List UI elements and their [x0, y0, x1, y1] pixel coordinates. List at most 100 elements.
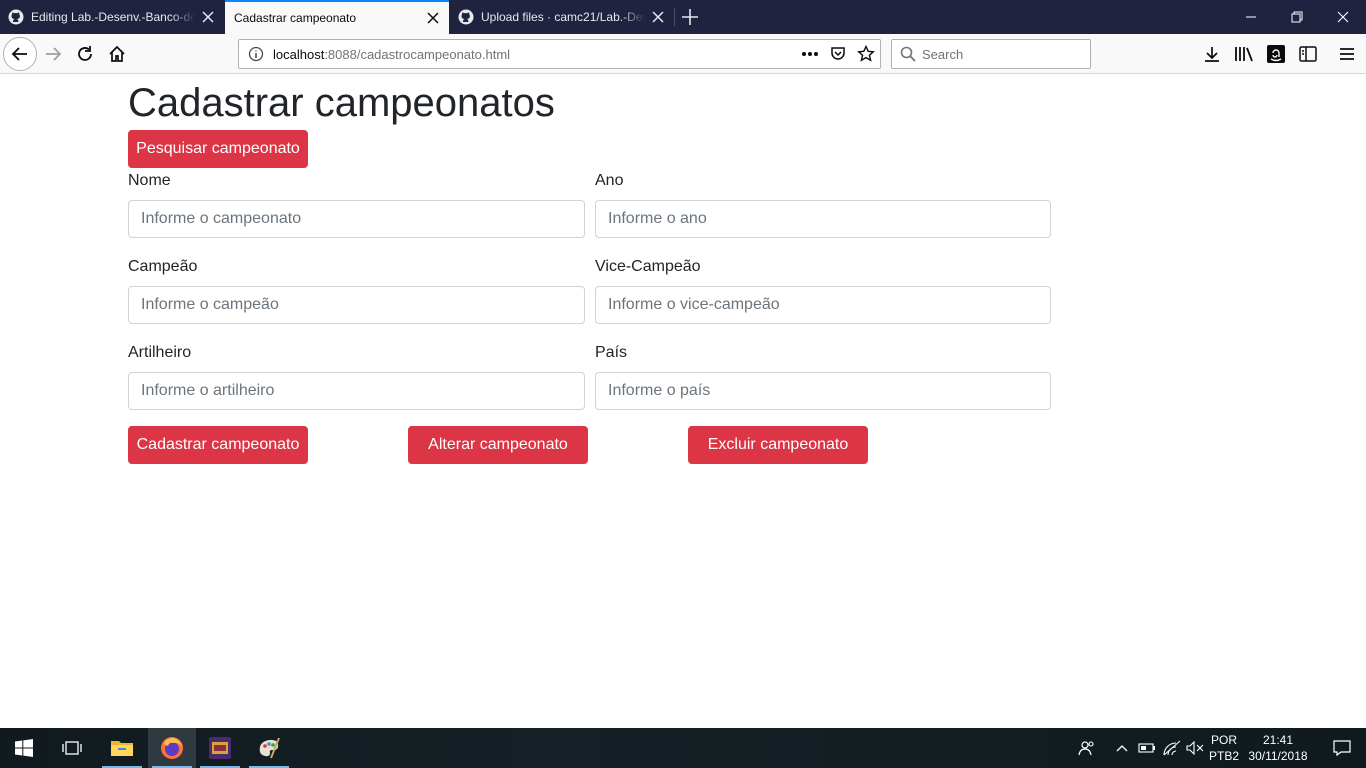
volume-muted-icon	[1186, 741, 1204, 755]
close-window-button[interactable]	[1320, 0, 1366, 34]
url-host: localhost	[273, 46, 325, 62]
start-button[interactable]	[0, 728, 48, 768]
tab-title: Editing Lab.-Desenv.-Banco-de-Dados	[31, 10, 195, 24]
new-tab-icon[interactable]	[678, 5, 702, 29]
search-bar[interactable]	[891, 39, 1091, 69]
network-button[interactable]	[1160, 728, 1184, 768]
ano-label: Ano	[595, 172, 624, 189]
github-icon	[8, 9, 24, 25]
library-button[interactable]	[1229, 39, 1259, 69]
excluir-campeonato-button[interactable]: Excluir campeonato	[688, 426, 868, 464]
campeao-label: Campeão	[128, 258, 198, 275]
artilheiro-input[interactable]	[128, 372, 585, 410]
game-app-icon	[209, 737, 231, 759]
firefox-icon	[161, 737, 183, 759]
close-icon[interactable]	[651, 10, 665, 24]
task-view-button[interactable]	[48, 728, 96, 768]
restore-button[interactable]	[1274, 0, 1320, 34]
more-dots-icon	[802, 52, 818, 56]
star-icon	[857, 45, 875, 62]
minimize-icon	[1246, 16, 1256, 18]
file-explorer-button[interactable]	[98, 728, 146, 768]
search-icon	[900, 46, 916, 62]
tab-title: Upload files · camc21/Lab.-Desenv.-Banco	[481, 10, 645, 24]
clock-date: 30/11/2018	[1248, 749, 1308, 763]
battery-icon	[1138, 743, 1155, 753]
close-icon[interactable]	[426, 11, 440, 25]
windows-start-icon	[15, 739, 33, 757]
file-explorer-icon	[111, 741, 133, 756]
tab-title: Cadastrar campeonato	[234, 11, 357, 25]
nome-input[interactable]	[128, 200, 585, 238]
paint-icon	[259, 737, 280, 759]
reload-icon	[78, 46, 92, 61]
home-icon	[109, 45, 125, 62]
action-center-button[interactable]	[1318, 728, 1366, 768]
keyboard-layout: PTB2	[1208, 749, 1239, 763]
page-title: Cadastrar campeonatos	[128, 81, 555, 125]
clock-time: 21:41	[1262, 733, 1294, 747]
vice-campeao-input[interactable]	[595, 286, 1051, 324]
tab-upload[interactable]: Upload files · camc21/Lab.-Desenv.-Banco	[450, 0, 674, 34]
arrow-right-icon	[46, 47, 62, 61]
language-code: POR	[1210, 733, 1237, 747]
artilheiro-label: Artilheiro	[128, 344, 192, 361]
language-indicator[interactable]: POR PTB2	[1206, 728, 1242, 768]
chevron-up-icon	[1116, 745, 1128, 752]
people-button[interactable]	[1074, 728, 1100, 768]
tab-strip: Editing Lab.-Desenv.-Banco-de-Dados Cada…	[0, 0, 1366, 34]
back-button[interactable]	[3, 37, 37, 71]
people-icon	[1078, 741, 1094, 756]
search-input[interactable]	[922, 46, 1072, 62]
forward-button[interactable]	[37, 38, 69, 70]
notification-icon	[1333, 740, 1351, 756]
download-icon	[1205, 47, 1219, 62]
pocket-button[interactable]	[824, 40, 852, 68]
show-hidden-icons-button[interactable]	[1112, 728, 1132, 768]
pais-input[interactable]	[595, 372, 1051, 410]
arrow-left-icon	[11, 47, 27, 61]
task-view-icon	[62, 741, 82, 755]
pocket-icon	[831, 47, 845, 60]
firefox-button[interactable]	[148, 728, 196, 768]
page-content: Cadastrar campeonatos Pesquisar campeona…	[0, 75, 1366, 728]
amazon-button[interactable]	[1261, 39, 1291, 69]
battery-button[interactable]	[1136, 728, 1158, 768]
alterar-campeonato-button[interactable]: Alterar campeonato	[408, 426, 588, 464]
clock[interactable]: 21:41 30/11/2018	[1244, 728, 1312, 768]
tab-editing[interactable]: Editing Lab.-Desenv.-Banco-de-Dados	[0, 0, 224, 34]
sidebar-button[interactable]	[1293, 39, 1323, 69]
paint-button[interactable]	[245, 728, 293, 768]
info-icon[interactable]	[248, 46, 264, 62]
cadastrar-campeonato-button[interactable]: Cadastrar campeonato	[128, 426, 308, 464]
ano-input[interactable]	[595, 200, 1051, 238]
menu-button[interactable]	[1332, 39, 1362, 69]
pesquisar-campeonato-button[interactable]: Pesquisar campeonato	[128, 130, 308, 168]
github-icon	[458, 9, 474, 25]
pais-label: País	[595, 344, 628, 361]
navigation-toolbar: localhost:8088/cadastrocampeonato.html	[0, 34, 1366, 74]
home-button[interactable]	[101, 38, 133, 70]
volume-button[interactable]	[1184, 728, 1206, 768]
close-icon[interactable]	[201, 10, 215, 24]
close-icon	[1337, 11, 1349, 23]
reload-button[interactable]	[69, 38, 101, 70]
hamburger-menu-icon	[1340, 48, 1354, 60]
url-text[interactable]: localhost:8088/cadastrocampeonato.html	[273, 47, 796, 62]
library-icon	[1235, 47, 1253, 62]
campeao-input[interactable]	[128, 286, 585, 324]
taskbar: POR PTB2 21:41 30/11/2018	[0, 728, 1366, 768]
bookmark-button[interactable]	[852, 40, 880, 68]
sidebar-icon	[1299, 46, 1317, 62]
game-app-button[interactable]	[196, 728, 244, 768]
page-actions-button[interactable]	[796, 40, 824, 68]
vice-campeao-label: Vice-Campeão	[595, 258, 701, 275]
tab-separator	[674, 8, 675, 26]
address-bar[interactable]: localhost:8088/cadastrocampeonato.html	[238, 39, 881, 69]
url-path: :8088/cadastrocampeonato.html	[324, 46, 511, 62]
nome-label: Nome	[128, 172, 171, 189]
tab-cadastrar[interactable]: Cadastrar campeonato	[225, 0, 449, 34]
downloads-button[interactable]	[1197, 39, 1227, 69]
minimize-button[interactable]	[1228, 0, 1274, 34]
restore-icon	[1291, 11, 1303, 23]
